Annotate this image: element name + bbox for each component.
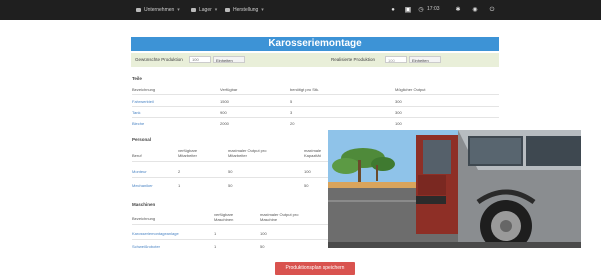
production-bar: Gewünschte Produktion Einheiten Realisie… xyxy=(131,53,499,67)
nav-item-herstellung[interactable]: Herstellung ▾ xyxy=(225,0,264,20)
gear-icon[interactable]: ✱ xyxy=(455,7,461,13)
video-overlay[interactable] xyxy=(328,130,581,248)
part-available: 2000 xyxy=(220,121,229,126)
page-title: Karosseriemontage xyxy=(131,37,499,51)
truck-icon[interactable]: ▣ xyxy=(405,7,411,13)
personnel-header-available: verfügbare Mitarbeiter xyxy=(178,148,198,158)
part-name-link[interactable]: Fahrwerkteil xyxy=(132,99,154,104)
divider xyxy=(132,239,332,240)
machine-output: 50 xyxy=(260,244,265,249)
home-icon[interactable]: ● xyxy=(390,7,396,13)
nav-item-label: Herstellung xyxy=(233,7,259,13)
nav-item-unternehmen[interactable]: Unternehmen ▾ xyxy=(136,0,180,20)
parts-section-title: Teile xyxy=(132,76,142,81)
desired-production-input[interactable] xyxy=(189,56,211,63)
part-needed: 20 xyxy=(290,121,295,126)
divider xyxy=(132,177,332,178)
personnel-available: 1 xyxy=(178,183,181,188)
building-icon xyxy=(136,8,141,12)
factory-icon xyxy=(225,8,230,12)
personnel-output: 50 xyxy=(228,169,233,174)
personnel-header-job: Beruf xyxy=(132,153,142,158)
personnel-job-link[interactable]: Monteur xyxy=(132,169,147,174)
time-display: 17:03 xyxy=(427,6,440,12)
part-output: 300 xyxy=(395,99,402,104)
divider xyxy=(132,224,332,225)
part-name-link[interactable]: Bleche xyxy=(132,121,144,126)
chevron-down-icon: ▾ xyxy=(177,7,180,13)
box-icon xyxy=(191,8,196,12)
personnel-section-title: Personal xyxy=(132,137,152,142)
nav-item-label: Lager xyxy=(199,7,212,13)
chevron-down-icon: ▾ xyxy=(261,7,264,13)
user-icon[interactable]: ◉ xyxy=(472,7,478,13)
machine-available: 1 xyxy=(214,244,217,249)
part-output: 100 xyxy=(395,121,402,126)
machine-name-link[interactable]: Karosseriemontageanlage xyxy=(132,231,179,236)
divider xyxy=(132,117,499,118)
personnel-output: 50 xyxy=(228,183,233,188)
parts-header-needed: benötigt pro Stk. xyxy=(290,87,320,92)
personnel-header-output: maximaler Output pro Mitarbeiter xyxy=(228,148,267,158)
divider xyxy=(132,94,499,95)
parts-header-name: Bezeichnung xyxy=(132,87,156,92)
part-available: 900 xyxy=(220,110,227,115)
machine-output: 100 xyxy=(260,231,267,236)
nav-item-lager[interactable]: Lager ▾ xyxy=(191,0,217,20)
personnel-job-link[interactable]: Mechaniker xyxy=(132,183,153,188)
chevron-down-icon: ▾ xyxy=(214,7,218,13)
machines-header-available: verfügbare Maschinen xyxy=(214,212,234,222)
clock-icon: ◷ xyxy=(418,7,424,13)
part-output: 300 xyxy=(395,110,402,115)
personnel-available: 2 xyxy=(178,169,181,174)
parts-header-output: Möglicher Output xyxy=(395,87,426,92)
part-needed: 5 xyxy=(290,99,293,104)
save-production-plan-button[interactable]: Produktionsplan speichern xyxy=(275,262,355,275)
part-needed: 3 xyxy=(290,110,293,115)
divider xyxy=(132,106,499,107)
realized-production-label: Realisierte Produktion xyxy=(331,57,376,62)
machines-section-title: Maschinen xyxy=(132,202,156,207)
realized-production-unit: Einheiten xyxy=(409,56,441,63)
machine-name-link[interactable]: Schweißroboter xyxy=(132,244,160,249)
divider xyxy=(132,161,332,162)
desired-production-label: Gewünschte Produktion xyxy=(135,57,183,62)
desired-production-unit: Einheiten xyxy=(213,56,245,63)
truck-animation-image xyxy=(328,130,581,248)
power-icon[interactable]: ⏻ xyxy=(489,7,495,13)
personnel-capacity: 50 xyxy=(304,183,309,188)
machines-header-name: Bezeichnung xyxy=(132,216,156,221)
realized-production-value: 100 xyxy=(385,56,407,63)
personnel-capacity: 100 xyxy=(304,169,311,174)
parts-header-available: Verfügbar xyxy=(220,87,238,92)
top-navigation-bar: Unternehmen ▾ Lager ▾ Herstellung ▾ ● ▣ … xyxy=(0,0,601,20)
part-available: 1500 xyxy=(220,99,229,104)
machine-available: 1 xyxy=(214,231,217,236)
nav-item-label: Unternehmen xyxy=(144,7,175,13)
part-name-link[interactable]: Tank xyxy=(132,110,140,115)
machines-header-output: maximaler Output pro Maschine xyxy=(260,212,299,222)
